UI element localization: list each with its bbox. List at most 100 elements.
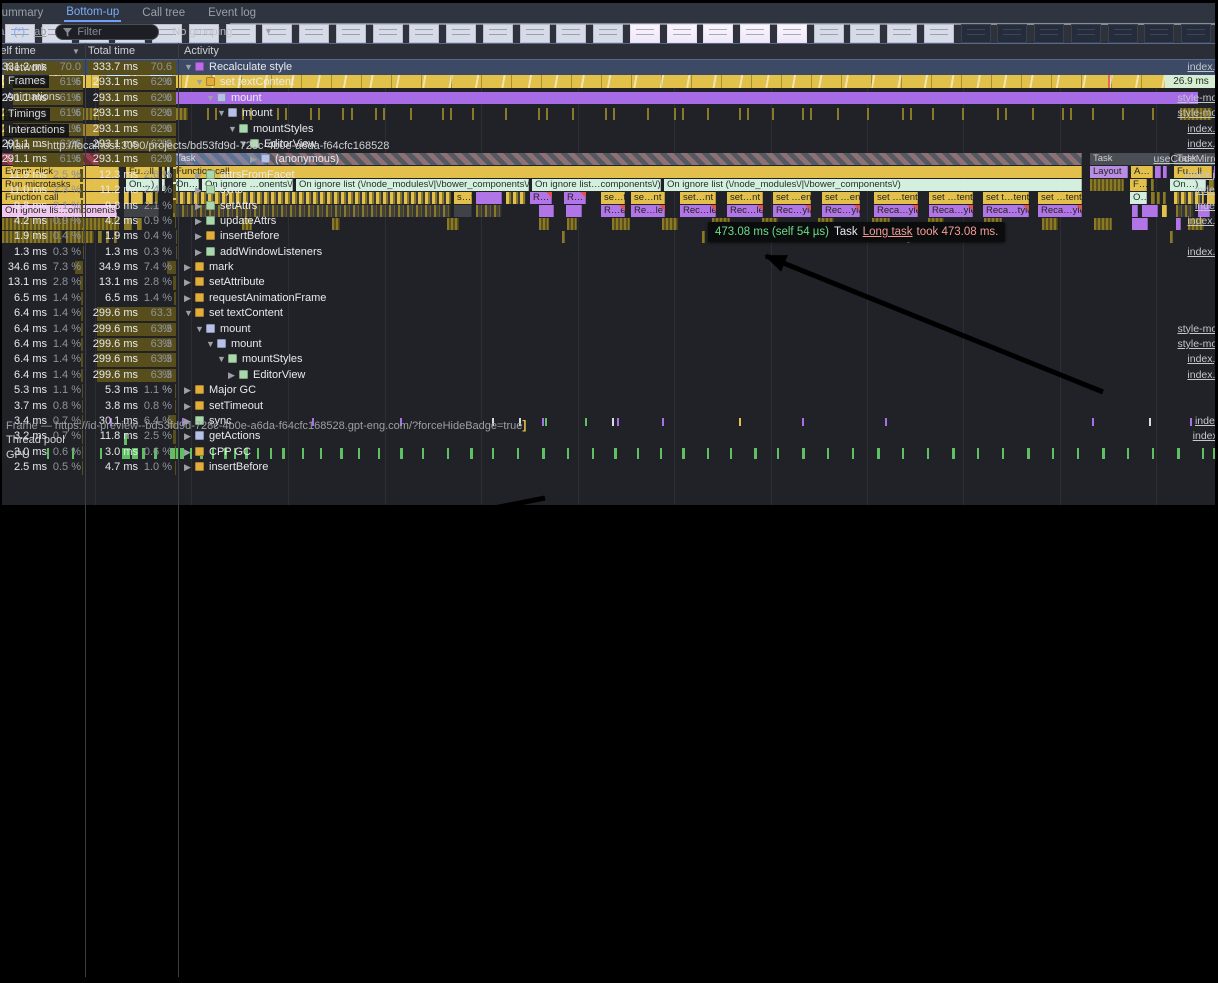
table-row[interactable]: 11.0 ms2.3 %11.2 ms2.4 %▶syncindex. — [0, 183, 1213, 198]
expand-icon[interactable]: ▶ — [195, 199, 206, 214]
table-row[interactable]: 2.5 ms0.5 %4.7 ms1.0 %▶insertBefore — [0, 460, 1213, 472]
sort-arrow-icon[interactable]: ▼ — [72, 44, 80, 59]
activity-color-swatch — [206, 216, 215, 225]
activity-label: requestAnimationFrame — [209, 292, 326, 304]
collapse-icon[interactable]: ▼ — [217, 352, 228, 367]
table-row[interactable]: 34.6 ms7.3 %34.9 ms7.4 %▶mark — [0, 260, 1213, 275]
source-link[interactable]: index.js — [1187, 214, 1213, 229]
table-row[interactable]: 11.9 ms2.5 %12.3 ms2.6 %▶attrsFromFaceti… — [0, 168, 1213, 183]
tab-bottom-up[interactable]: Bottom-up — [64, 3, 121, 22]
activity-cell: ▼Recalculate style — [184, 60, 292, 75]
table-row[interactable]: 3.0 ms0.6 %3.0 ms0.6 %▶CPP GC — [0, 445, 1213, 460]
table-row[interactable]: 291.1 ms61.6 %293.1 ms62.0 %▼mountstyle-… — [0, 91, 1213, 106]
expand-icon[interactable]: ▶ — [184, 399, 195, 414]
frame-bracket-marker: ] — [522, 418, 526, 432]
table-row[interactable]: 1.9 ms0.4 %1.9 ms0.4 %▶insertBefore — [0, 229, 1213, 244]
expand-icon[interactable]: ▶ — [184, 260, 195, 275]
table-row[interactable]: 331.2 ms70.0 %333.7 ms70.6 %▼Recalculate… — [0, 60, 1213, 75]
table-row[interactable]: 5.3 ms1.1 %5.3 ms1.1 %▶Major GC — [0, 383, 1213, 398]
collapse-icon[interactable]: ▼ — [206, 91, 217, 106]
expand-icon[interactable]: ▶ — [195, 245, 206, 260]
activity-color-swatch — [239, 370, 248, 379]
table-row[interactable]: 3.7 ms0.8 %3.8 ms0.8 %▶setTimeout — [0, 399, 1213, 414]
expand-icon[interactable]: ▶ — [195, 168, 206, 183]
network-track-label: Network — [6, 62, 46, 74]
expand-icon[interactable]: ▶ — [184, 291, 195, 306]
source-link[interactable]: index.js: — [1184, 168, 1213, 183]
source-link[interactable]: style-mod — [1177, 91, 1213, 106]
activity-cell: ▶Major GC — [184, 383, 256, 398]
long-task-link[interactable]: Long task — [863, 226, 913, 238]
total-heat-bar — [173, 200, 176, 213]
source-link[interactable]: index.js — [1187, 245, 1213, 260]
grouping-select[interactable]: No grouping — [172, 26, 232, 38]
whole-word-button[interactable]: ab — [34, 26, 46, 38]
table-row[interactable]: 6.4 ms1.4 %299.6 ms63.3 %▶EditorViewinde… — [0, 368, 1213, 383]
table-row[interactable]: 6.4 ms1.4 %299.6 ms63.3 %▼mountstyle-mod — [0, 337, 1213, 352]
collapse-icon[interactable]: ▼ — [195, 75, 206, 90]
source-link[interactable]: style-mod — [1177, 322, 1213, 337]
tab-summary[interactable]: Summary — [0, 4, 45, 21]
table-row[interactable]: 291.1 ms61.6 %293.1 ms62.0 %▼mountstyle-… — [0, 106, 1213, 121]
expand-icon[interactable]: ▶ — [250, 152, 261, 167]
expand-icon[interactable]: ▶ — [184, 383, 195, 398]
col-activity[interactable]: Activity — [184, 44, 219, 59]
source-link[interactable]: style-mod — [1177, 337, 1213, 352]
main-thread-title[interactable]: Main — http://localhost:3000/projects/bd… — [6, 140, 389, 152]
source-link[interactable]: index.js — [1187, 368, 1213, 383]
source-link[interactable]: index.js — [1187, 352, 1213, 367]
source-link[interactable]: index.j — [1193, 429, 1213, 444]
collapse-icon[interactable]: ▼ — [206, 337, 217, 352]
source-link[interactable]: index, — [1195, 199, 1213, 214]
collapse-icon[interactable]: ▼ — [217, 106, 228, 121]
expand-icon[interactable]: ▶ — [184, 275, 195, 290]
bottom-up-table[interactable]: 331.2 ms70.0 %333.7 ms70.6 %▼Recalculate… — [0, 60, 1213, 472]
table-header[interactable]: Self time ▼ Total time Activity — [0, 43, 1213, 60]
table-row[interactable]: 1.3 ms0.3 %1.3 ms0.3 %▶addWindowListener… — [0, 245, 1213, 260]
expand-icon[interactable]: ▶ — [195, 214, 206, 229]
table-row[interactable]: 291.1 ms61.6 %293.1 ms62.0 %▼mountStyles… — [0, 122, 1213, 137]
table-row[interactable]: 291.1 ms61.6 %293.1 ms62.0 %▼set textCon… — [0, 75, 1213, 90]
self-heat-bar — [82, 461, 83, 472]
filter-placeholder: Filter — [77, 26, 101, 38]
table-row[interactable]: 4.2 ms0.9 %4.2 ms0.9 %▶updateAttrsindex.… — [0, 214, 1213, 229]
filter-input[interactable]: Filter — [55, 24, 159, 40]
table-row[interactable]: 13.1 ms2.8 %13.1 ms2.8 %▶setAttribute — [0, 275, 1213, 290]
expand-icon[interactable]: ▶ — [195, 183, 206, 198]
source-link[interactable]: index.js — [1187, 137, 1213, 152]
table-row[interactable]: 6.4 ms1.4 %299.6 ms63.3 %▼mountStylesind… — [0, 352, 1213, 367]
collapse-icon[interactable]: ▼ — [184, 306, 195, 321]
frame-thread-title[interactable]: Frame — https://id-preview--bd53fd9d-728… — [6, 418, 526, 432]
expand-icon[interactable]: ▶ — [195, 229, 206, 244]
timings-track-label: Timings — [4, 108, 50, 121]
collapse-icon[interactable]: ▼ — [195, 322, 206, 337]
table-row[interactable]: 6.5 ms1.4 %6.5 ms1.4 %▶requestAnimationF… — [0, 291, 1213, 306]
self-heat-bar — [81, 307, 83, 320]
col-total-time[interactable]: Total time — [88, 44, 135, 59]
collapse-icon[interactable]: ▼ — [184, 60, 195, 75]
source-link[interactable]: index. — [1195, 414, 1213, 429]
grouping-caret-icon[interactable]: ▼ — [264, 26, 273, 36]
source-link[interactable]: useCodeMirror — [1154, 152, 1213, 167]
table-row[interactable]: 9.8 ms2.1 %9.8 ms2.1 %▶setAttrsindex, — [0, 199, 1213, 214]
detail-tabs[interactable]: Summary Bottom-up Call tree Event log — [0, 2, 1213, 22]
expand-icon[interactable]: ▶ — [228, 368, 239, 383]
tab-call-tree[interactable]: Call tree — [140, 4, 187, 21]
activity-label: setAttrs — [220, 200, 257, 212]
table-row[interactable]: 291.1 ms61.6 %293.1 ms62.0 %▶(anonymous)… — [0, 152, 1213, 167]
expand-icon[interactable]: ▶ — [184, 460, 195, 472]
frames-track-label: Frames — [4, 75, 49, 88]
table-row[interactable]: 6.4 ms1.4 %299.6 ms63.3 %▼mountstyle-mod — [0, 322, 1213, 337]
source-link[interactable]: index. — [1195, 183, 1213, 198]
source-link[interactable]: index.js — [1187, 122, 1213, 137]
expand-icon[interactable]: ▶ — [184, 445, 195, 460]
table-row[interactable]: 6.4 ms1.4 %299.6 ms63.3 %▼set textConten… — [0, 306, 1213, 321]
regex-button[interactable]: (*) — [13, 26, 25, 38]
long-task-tooltip: 473.08 ms (self 54 µs)TaskLong tasktook … — [708, 222, 1005, 242]
source-link[interactable]: index.js — [1187, 60, 1213, 75]
source-link[interactable]: style-mod — [1177, 106, 1213, 121]
col-self-time[interactable]: Self time — [0, 44, 36, 59]
collapse-icon[interactable]: ▼ — [228, 122, 239, 137]
self-time-value: 6.5 ms — [0, 291, 47, 306]
tab-event-log[interactable]: Event log — [206, 4, 258, 21]
